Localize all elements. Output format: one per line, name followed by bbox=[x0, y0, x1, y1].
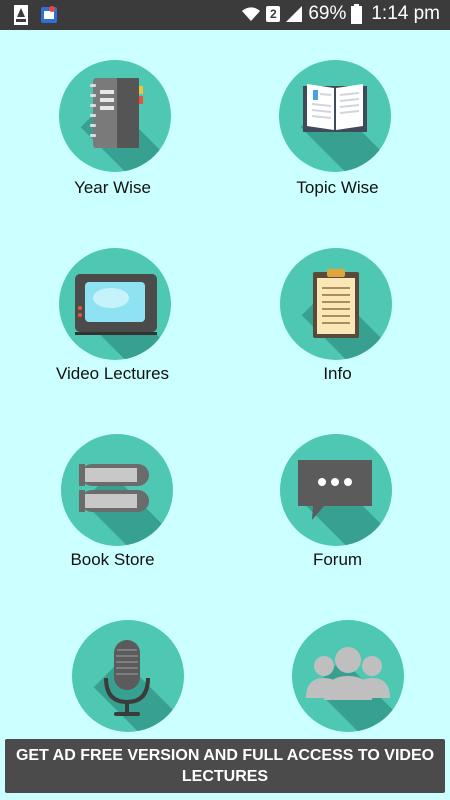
open-book-icon bbox=[303, 84, 367, 132]
menu-item-video-lectures[interactable]: Video Lectures bbox=[0, 248, 225, 434]
menu-item-label: Info bbox=[323, 364, 352, 383]
menu-item-label: Book Store bbox=[70, 550, 155, 569]
tv-icon bbox=[75, 274, 157, 335]
chat-bubble-icon bbox=[298, 460, 372, 520]
menu-item-info[interactable]: Info bbox=[225, 248, 450, 434]
menu-item-year-wise[interactable]: Year Wise bbox=[0, 60, 225, 246]
menu-item-label: Year Wise bbox=[74, 178, 151, 197]
app-notification-icon bbox=[14, 5, 28, 25]
battery-percent: 69% bbox=[308, 3, 347, 24]
battery-icon bbox=[351, 4, 363, 24]
menu-item-forum[interactable]: Forum bbox=[225, 434, 450, 620]
menu-grid: Year Wise Topic Wise Video Lectures Info… bbox=[0, 30, 450, 732]
menu-item-label: Video Lectures bbox=[55, 364, 170, 383]
menu-item-label: Forum bbox=[312, 550, 363, 569]
cell-signal-icon bbox=[286, 6, 303, 22]
microphone-icon bbox=[104, 640, 150, 716]
upgrade-banner[interactable]: GET AD FREE VERSION AND FULL ACCESS TO V… bbox=[5, 739, 445, 793]
books-icon bbox=[79, 464, 149, 512]
status-bar: 2 69% 1:14 pm bbox=[0, 0, 450, 30]
clock: 1:14 pm bbox=[371, 3, 440, 24]
sim-badge: 2 bbox=[266, 6, 281, 22]
menu-item-book-store[interactable]: Book Store bbox=[0, 434, 225, 620]
menu-item-label: Topic Wise bbox=[296, 178, 379, 197]
notebook-icon bbox=[90, 78, 143, 148]
menu-item-topic-wise[interactable]: Topic Wise bbox=[225, 60, 450, 246]
group-icon bbox=[306, 647, 390, 700]
gallery-notification-icon bbox=[41, 6, 57, 23]
wifi-icon bbox=[242, 7, 261, 22]
clipboard-icon bbox=[313, 269, 359, 338]
